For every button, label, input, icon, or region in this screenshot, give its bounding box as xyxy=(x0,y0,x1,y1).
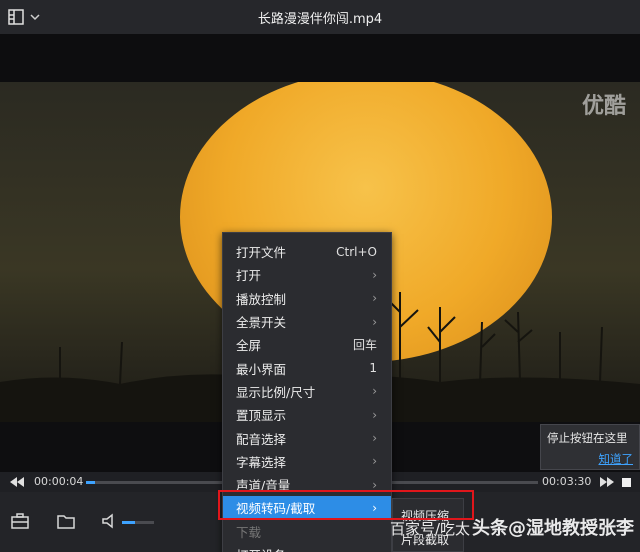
stop-icon xyxy=(621,477,631,487)
speaker-icon xyxy=(102,513,113,529)
context-menu-item-shortcut: Ctrl+O xyxy=(336,244,377,259)
context-menu-item-shortcut: 回车 xyxy=(352,338,377,353)
submenu-arrow-icon: › xyxy=(372,384,377,399)
video-letterbox-top xyxy=(0,34,640,82)
toolbox-button[interactable] xyxy=(10,512,30,530)
context-menu-item-label: 置顶显示 xyxy=(236,408,287,424)
prev-button[interactable] xyxy=(10,476,24,488)
stop-button-tooltip: 停止按钮在这里 知道了 xyxy=(540,424,640,470)
open-folder-button[interactable] xyxy=(56,512,76,530)
context-menu-item[interactable]: 配音选择 › xyxy=(223,426,391,449)
context-menu-item[interactable]: 播放控制 › xyxy=(223,287,391,310)
volume-button[interactable] xyxy=(100,512,118,530)
tooltip-dismiss-link[interactable]: 知道了 xyxy=(599,451,634,467)
tooltip-text: 停止按钮在这里 xyxy=(547,431,628,445)
context-menu-item: 下载 xyxy=(223,520,391,543)
seek-bar-fill xyxy=(86,481,96,484)
context-menu-item-label: 全景开关 xyxy=(236,315,287,331)
context-menu-item-label: 下载 xyxy=(236,524,262,540)
context-menu-item-label: 最小界面 xyxy=(236,361,287,377)
context-menu-item-label: 播放控制 xyxy=(236,291,287,307)
watermark-overlay-line1: 百家号/吃太 xyxy=(390,520,471,538)
submenu-arrow-icon: › xyxy=(372,314,377,329)
context-menu-item[interactable]: 打开 › xyxy=(223,263,391,286)
context-menu-item[interactable]: 全屏 回车 xyxy=(223,333,391,356)
video-watermark: 优酷 xyxy=(581,94,626,119)
next-button[interactable] xyxy=(600,476,614,488)
submenu-arrow-icon: › xyxy=(372,267,377,282)
context-menu-item[interactable]: 打开设备 xyxy=(223,543,391,552)
stop-button[interactable] xyxy=(620,477,632,487)
title-bar: 长路漫漫伴你闯.mp4 xyxy=(0,0,640,34)
volume-slider-fill xyxy=(122,521,135,524)
context-menu-item[interactable]: 字幕选择 › xyxy=(223,450,391,473)
context-menu-item-label: 显示比例/尺寸 xyxy=(236,384,316,400)
context-menu-item-label: 字幕选择 xyxy=(236,454,287,470)
rewind-icon xyxy=(10,477,24,487)
context-menu-item[interactable]: 显示比例/尺寸 › xyxy=(223,380,391,403)
context-menu-item-label: 打开设备 xyxy=(236,545,377,552)
watermark-overlay-line2: 头条@湿地教授张李 xyxy=(472,518,634,539)
context-menu-item[interactable]: 最小界面 1 xyxy=(223,357,391,380)
context-menu-item-label: 打开 xyxy=(236,268,262,284)
context-menu-item-label: 全屏 xyxy=(236,338,262,354)
context-menu-item-label: 配音选择 xyxy=(236,431,287,447)
toolbox-icon xyxy=(11,513,29,529)
context-menu-item[interactable]: 全景开关 › xyxy=(223,310,391,333)
fast-forward-icon xyxy=(600,477,614,487)
submenu-arrow-icon: › xyxy=(372,407,377,422)
submenu-arrow-icon: › xyxy=(372,431,377,446)
submenu-arrow-icon: › xyxy=(372,291,377,306)
folder-icon xyxy=(57,514,75,529)
current-time: 00:00:04 xyxy=(34,475,84,488)
volume-slider[interactable] xyxy=(122,521,154,524)
context-menu-item-shortcut: 1 xyxy=(369,361,377,376)
window-title: 长路漫漫伴你闯.mp4 xyxy=(257,12,383,27)
highlight-annotation-box xyxy=(218,490,474,520)
context-menu-item-label: 打开文件 xyxy=(236,245,287,261)
context-menu-item[interactable]: 打开文件 Ctrl+O xyxy=(223,240,391,263)
submenu-arrow-icon: › xyxy=(372,454,377,469)
context-menu-item[interactable]: 置顶显示 › xyxy=(223,403,391,426)
total-time: 00:03:30 xyxy=(542,475,592,488)
